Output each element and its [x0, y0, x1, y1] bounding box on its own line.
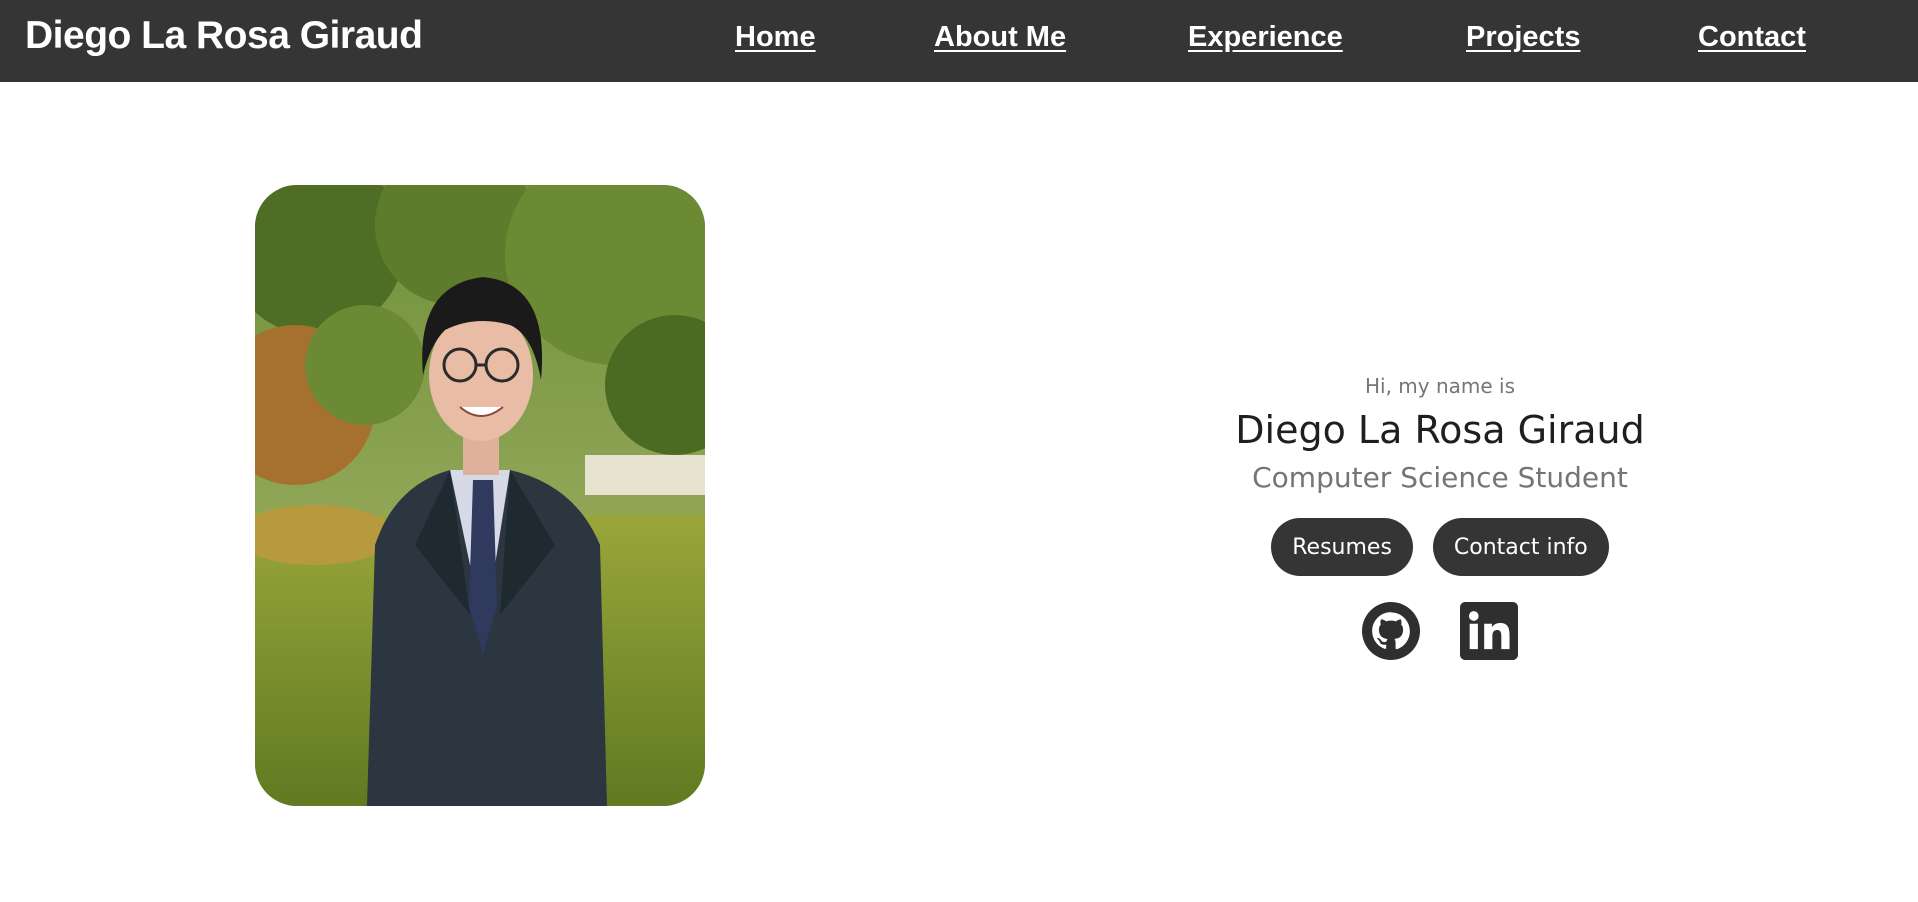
- resumes-button[interactable]: Resumes: [1271, 518, 1413, 576]
- hero-subtitle: Computer Science Student: [1252, 461, 1628, 494]
- nav-link-home[interactable]: Home: [735, 21, 816, 54]
- nav-link-projects[interactable]: Projects: [1466, 21, 1580, 54]
- nav-link-experience[interactable]: Experience: [1188, 21, 1343, 54]
- hero-greeting: Hi, my name is: [1364, 374, 1516, 398]
- social-links: [1140, 602, 1740, 660]
- top-navbar: Diego La Rosa Giraud Home About Me Exper…: [0, 0, 1918, 82]
- contact-info-button[interactable]: Contact info: [1432, 518, 1609, 576]
- linkedin-icon[interactable]: [1460, 602, 1518, 660]
- github-icon[interactable]: [1362, 602, 1420, 660]
- hero-name: Diego La Rosa Giraud: [1235, 408, 1645, 452]
- nav-link-about-me[interactable]: About Me: [934, 21, 1066, 54]
- hero-buttons: Resumes Contact info: [1140, 518, 1740, 576]
- site-brand[interactable]: Diego La Rosa Giraud: [25, 14, 423, 58]
- nav-link-contact[interactable]: Contact: [1698, 21, 1806, 54]
- hero-section: Hi, my name is Diego La Rosa Giraud Comp…: [1140, 370, 1740, 660]
- profile-photo: [255, 185, 705, 806]
